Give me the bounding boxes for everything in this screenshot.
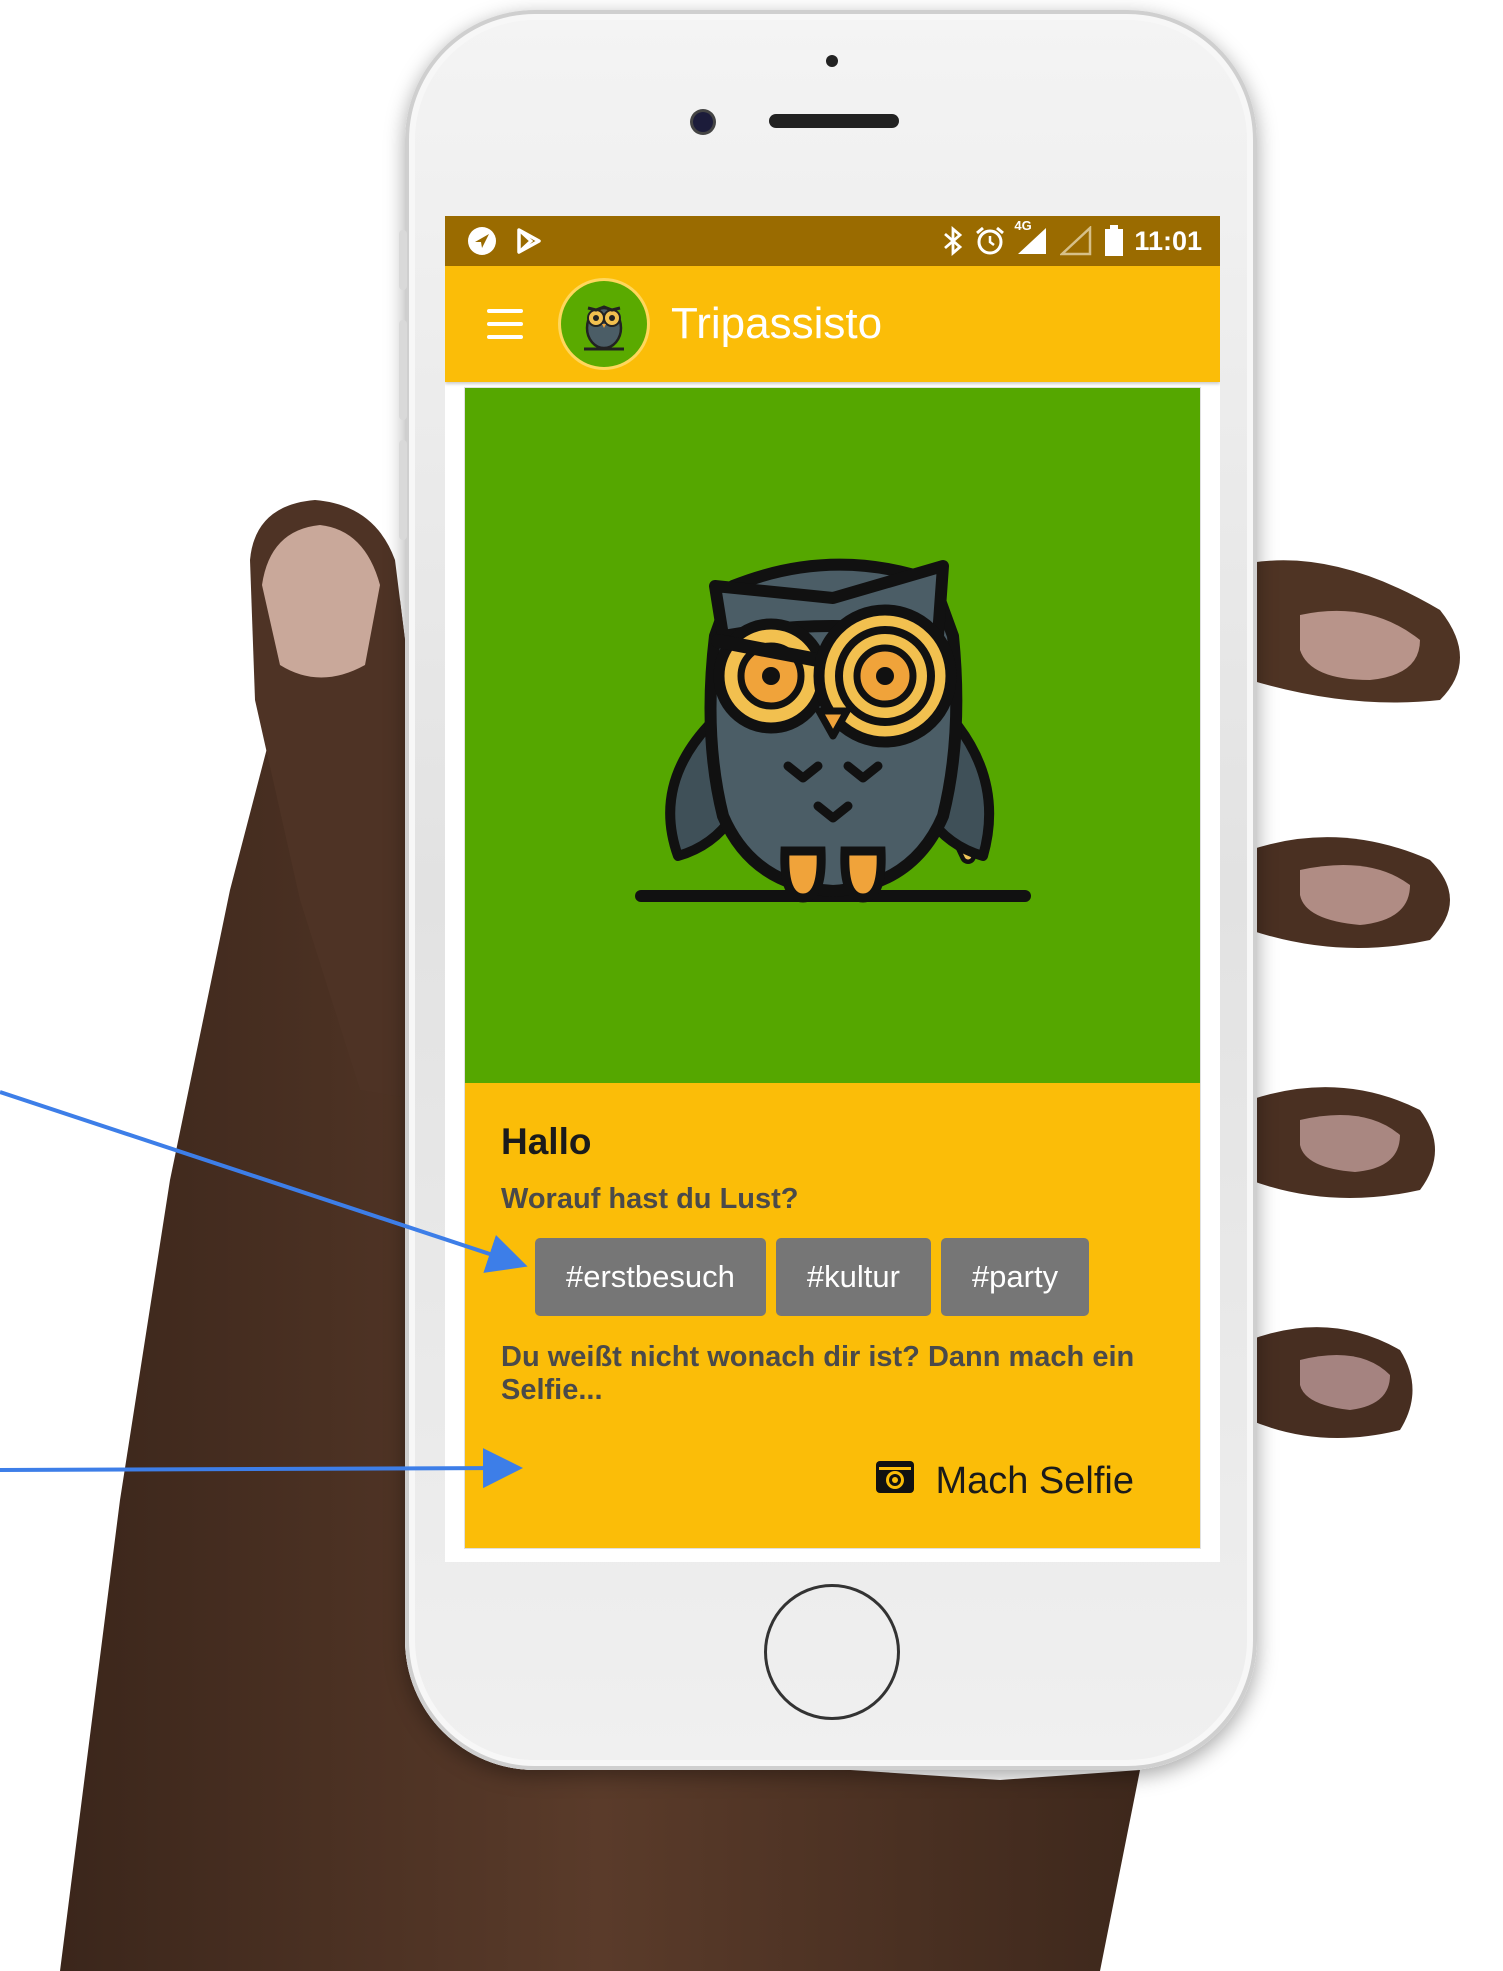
selfie-button-label: Mach Selfie	[935, 1459, 1134, 1502]
signal-empty-icon	[1060, 226, 1094, 256]
play-store-icon	[515, 227, 543, 255]
welcome-card: Hallo Worauf hast du Lust? #erstbesuch #…	[465, 388, 1200, 1548]
phone-screen: 4G 11:01 Tripassisto Hallo Worauf hast d…	[445, 216, 1220, 1562]
owl-illustration	[634, 558, 1031, 903]
tag-button-party[interactable]: #party	[940, 1238, 1090, 1316]
greeting-heading: Hallo	[501, 1121, 592, 1162]
alarm-icon	[974, 225, 1006, 257]
status-bar: 4G 11:01	[445, 216, 1220, 266]
question-text: Worauf hast du Lust?	[501, 1183, 799, 1215]
front-camera	[693, 112, 713, 132]
hero-image	[465, 388, 1200, 1083]
tag-button-kultur[interactable]: #kultur	[775, 1238, 931, 1316]
card-body: Hallo Worauf hast du Lust? #erstbesuch #…	[465, 1083, 1200, 1548]
owl-logo-icon	[561, 281, 647, 367]
selfie-button[interactable]: Mach Selfie	[869, 1451, 1140, 1511]
home-button[interactable]	[764, 1584, 900, 1720]
navigation-icon	[467, 226, 497, 256]
bluetooth-icon	[942, 225, 964, 257]
earpiece-speaker	[769, 114, 899, 128]
proximity-sensor	[826, 55, 838, 67]
app-title: Tripassisto	[671, 299, 883, 348]
battery-icon	[1104, 225, 1124, 257]
volume-down-button	[399, 440, 407, 540]
volume-up-button	[399, 320, 407, 420]
tag-button-erstbesuch[interactable]: #erstbesuch	[535, 1238, 766, 1316]
hamburger-menu-icon[interactable]	[487, 309, 523, 339]
promo-scene: 4G 11:01 Tripassisto Hallo Worauf hast d…	[0, 0, 1503, 1971]
network-type: 4G	[1014, 218, 1032, 233]
app-bar: Tripassisto	[445, 266, 1220, 382]
hint-text: Du weißt nicht wonach dir ist? Dann mach…	[501, 1341, 1135, 1407]
tag-list: #erstbesuch #kultur #party	[535, 1238, 1090, 1316]
camera-icon	[875, 1458, 915, 1504]
mute-switch	[399, 230, 407, 290]
status-time: 11:01	[1134, 225, 1202, 256]
signal-icon: 4G	[1014, 218, 1050, 256]
